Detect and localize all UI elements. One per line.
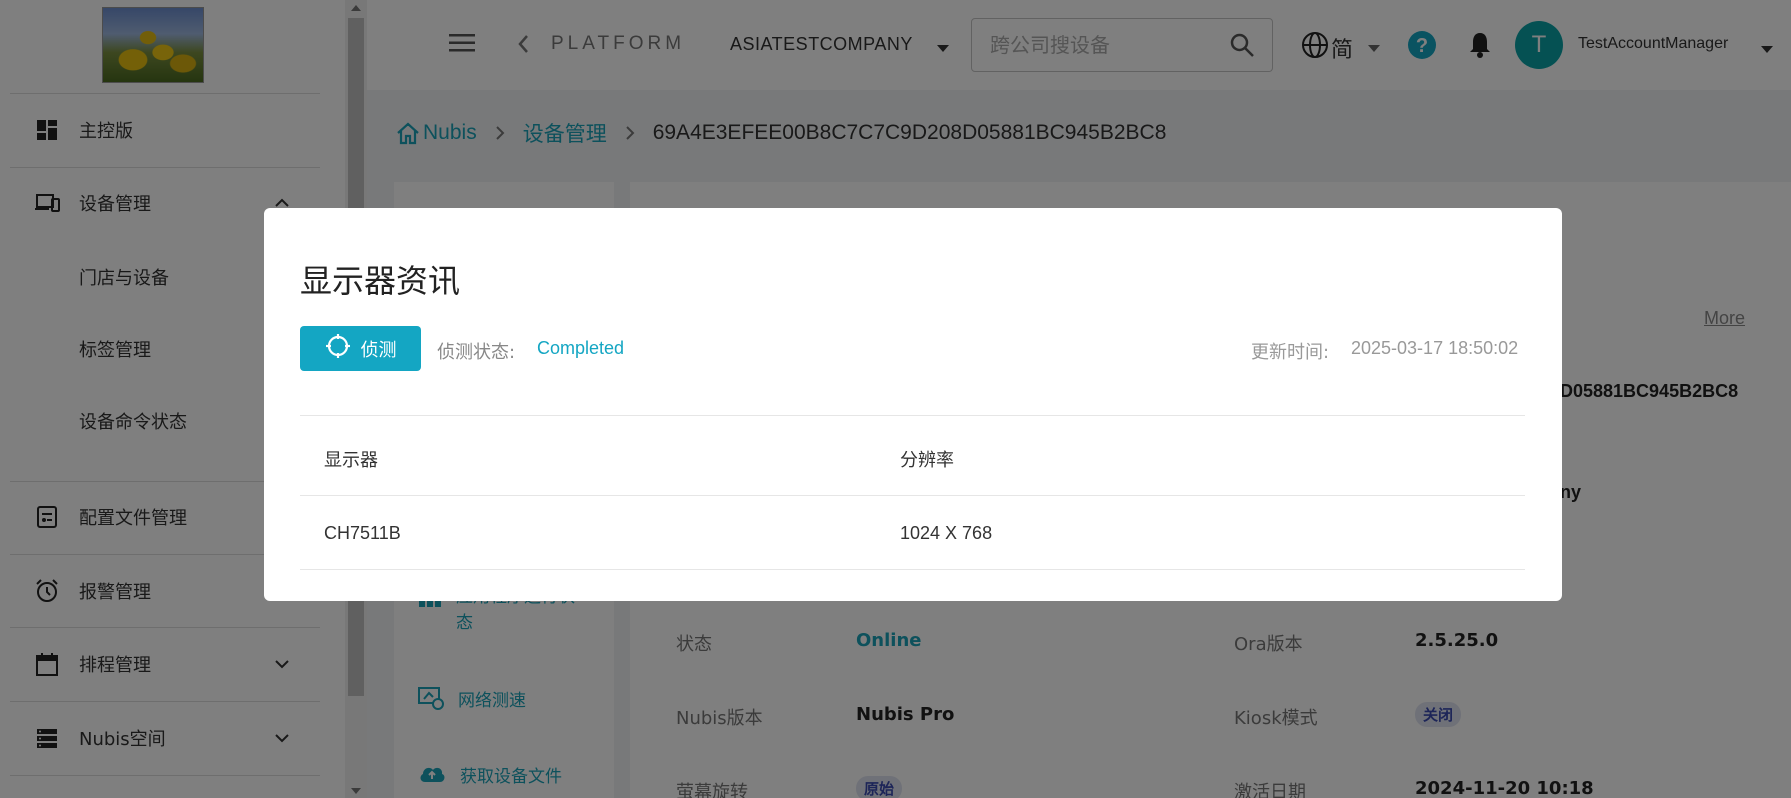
resolution-cell: 1024 X 768 (900, 523, 993, 543)
table-row: CH7511B 1024 X 768 (300, 495, 1525, 570)
dialog-title: 显示器资讯 (300, 262, 461, 300)
column-header-resolution: 分辨率 (900, 450, 954, 471)
display-name-cell: CH7511B (324, 523, 401, 543)
update-time-value: 2025-03-17 18:50:02 (1351, 338, 1519, 358)
crosshair-icon (325, 333, 351, 364)
detect-button-label: 侦测 (360, 339, 397, 361)
table-header-row: 显示器 分辨率 (300, 415, 1525, 495)
display-info-dialog: 显示器资讯 侦测 侦测状态: Completed 更新时间: 2025-03-1… (264, 208, 1562, 601)
detect-button[interactable]: 侦测 (300, 326, 421, 371)
column-header-display: 显示器 (324, 450, 378, 471)
detect-status-value: Completed (537, 338, 625, 358)
display-table: 显示器 分辨率 CH7511B 1024 X 768 (300, 415, 1525, 570)
detect-status-label: 侦测状态: (437, 342, 516, 363)
update-time-label: 更新时间: (1251, 342, 1330, 363)
